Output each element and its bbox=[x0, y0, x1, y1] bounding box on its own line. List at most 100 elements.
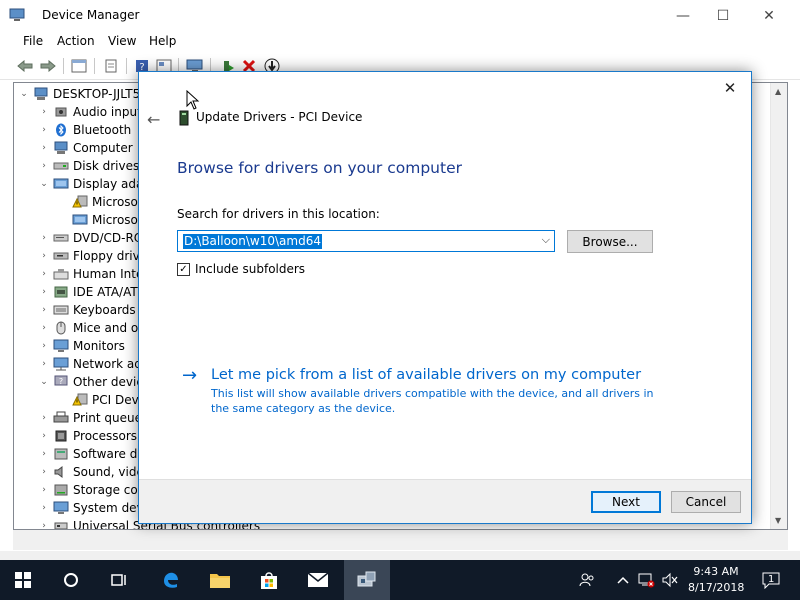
back-arrow-icon[interactable]: ← bbox=[147, 110, 160, 129]
tree-item[interactable]: Microso bbox=[57, 193, 138, 211]
pick-driver-link[interactable]: Let me pick from a list of available dri… bbox=[211, 367, 641, 383]
tree-root[interactable]: ⌄ DESKTOP-JJLT5 bbox=[18, 85, 140, 103]
dialog-close-button[interactable]: ✕ bbox=[715, 76, 745, 100]
tree-item[interactable]: › Keyboards bbox=[38, 301, 135, 319]
expand-chevron-icon[interactable]: › bbox=[38, 305, 50, 315]
taskbar: 9:43 AM 8/17/2018 1 bbox=[0, 560, 800, 600]
expand-chevron-icon[interactable]: › bbox=[38, 143, 50, 153]
expand-chevron-icon[interactable]: › bbox=[38, 269, 50, 279]
tree-item[interactable]: › IDE ATA/AT bbox=[38, 283, 138, 301]
expand-chevron-icon[interactable]: › bbox=[38, 485, 50, 495]
expand-chevron-icon[interactable]: › bbox=[38, 503, 50, 513]
maximize-button[interactable]: ☐ bbox=[700, 0, 746, 31]
tree-item[interactable]: › Print queue bbox=[38, 409, 142, 427]
chevron-up-icon[interactable] bbox=[614, 572, 632, 588]
tree-item[interactable]: Microso bbox=[57, 211, 138, 229]
title-bar[interactable]: Device Manager — ☐ ✕ bbox=[0, 0, 800, 31]
network-disconnected-icon[interactable] bbox=[637, 572, 655, 588]
clock[interactable]: 9:43 AM 8/17/2018 bbox=[688, 564, 744, 596]
driver-path-combobox[interactable]: D:\Balloon\w10\amd64 ⌵ bbox=[177, 230, 555, 252]
next-button[interactable]: Next bbox=[591, 491, 661, 513]
tree-item[interactable]: › Mice and ot bbox=[38, 319, 143, 337]
display-adapter-icon bbox=[72, 213, 88, 227]
expand-chevron-icon[interactable]: › bbox=[38, 449, 50, 459]
driver-path-value[interactable]: D:\Balloon\w10\amd64 bbox=[183, 234, 322, 249]
bluetooth-icon bbox=[53, 123, 69, 137]
tree-item-label: PCI Dev bbox=[92, 393, 139, 407]
browse-button[interactable]: Browse... bbox=[567, 230, 653, 253]
scroll-down-arrow-icon[interactable]: ▼ bbox=[775, 516, 781, 525]
expand-chevron-icon[interactable]: › bbox=[38, 251, 50, 261]
tree-item[interactable]: › Software de bbox=[38, 445, 145, 463]
expand-chevron-icon[interactable]: › bbox=[38, 341, 50, 351]
expand-chevron-icon[interactable]: › bbox=[38, 521, 50, 529]
expand-chevron-icon[interactable]: › bbox=[38, 233, 50, 243]
properties-icon[interactable] bbox=[68, 56, 90, 76]
people-icon[interactable] bbox=[578, 572, 596, 588]
menu-view[interactable]: View bbox=[108, 34, 136, 48]
tree-item[interactable]: › Human Inte bbox=[38, 265, 143, 283]
tree-item[interactable]: › Bluetooth bbox=[38, 121, 131, 139]
expand-chevron-icon[interactable]: › bbox=[38, 323, 50, 333]
expand-chevron-icon[interactable]: › bbox=[38, 125, 50, 135]
include-subfolders-label[interactable]: Include subfolders bbox=[195, 262, 305, 276]
menu-help[interactable]: Help bbox=[149, 34, 176, 48]
notification-count-badge: 1 bbox=[768, 574, 775, 585]
cancel-button[interactable]: Cancel bbox=[671, 491, 741, 513]
collapse-chevron-icon[interactable]: ⌄ bbox=[38, 179, 50, 189]
expand-chevron-icon[interactable]: › bbox=[38, 287, 50, 297]
network-icon bbox=[53, 357, 69, 371]
device-manager-taskbar-button[interactable] bbox=[344, 560, 390, 600]
scroll-up-arrow-icon[interactable]: ▲ bbox=[775, 87, 781, 96]
expand-chevron-icon[interactable]: › bbox=[38, 431, 50, 441]
collapse-chevron-icon[interactable]: ⌄ bbox=[18, 89, 30, 99]
menu-file[interactable]: File bbox=[23, 34, 43, 48]
update-list-icon[interactable] bbox=[100, 56, 122, 76]
tree-item[interactable]: › Floppy driv bbox=[38, 247, 140, 265]
back-arrow-icon[interactable] bbox=[14, 56, 36, 76]
task-view-button[interactable] bbox=[96, 560, 142, 600]
tree-item[interactable]: ⌄? Other devic bbox=[38, 373, 143, 391]
tree-vertical-scrollbar[interactable]: ▲ ▼ bbox=[770, 83, 787, 529]
include-subfolders-checkbox[interactable]: ✓ bbox=[177, 263, 190, 276]
tree-item[interactable]: › Audio input bbox=[38, 103, 142, 121]
expand-chevron-icon[interactable]: › bbox=[38, 161, 50, 171]
expand-chevron-icon[interactable]: › bbox=[38, 107, 50, 117]
expand-chevron-icon[interactable]: › bbox=[38, 359, 50, 369]
edge-taskbar-button[interactable] bbox=[148, 560, 194, 600]
right-arrow-icon[interactable]: → bbox=[182, 365, 197, 386]
file-explorer-taskbar-button[interactable] bbox=[197, 560, 243, 600]
tree-item[interactable]: ⌄ Display ada bbox=[38, 175, 143, 193]
expand-chevron-icon[interactable]: › bbox=[38, 413, 50, 423]
tree-item[interactable]: › Sound, vide bbox=[38, 463, 144, 481]
folder-icon bbox=[210, 574, 230, 588]
tree-item[interactable]: › System dev bbox=[38, 499, 143, 517]
volume-muted-icon[interactable] bbox=[661, 572, 679, 588]
tree-horizontal-scrollbar[interactable] bbox=[13, 530, 788, 550]
close-button[interactable]: ✕ bbox=[746, 0, 792, 31]
tree-item[interactable]: › Network ad bbox=[38, 355, 142, 373]
mail-taskbar-button[interactable] bbox=[295, 560, 341, 600]
tree-item[interactable]: › Disk drives bbox=[38, 157, 139, 175]
tree-item[interactable]: › DVD/CD-RO bbox=[38, 229, 143, 247]
chevron-down-icon[interactable]: ⌵ bbox=[542, 233, 550, 247]
system-device-icon bbox=[53, 501, 69, 515]
tree-item[interactable]: › Processors bbox=[38, 427, 137, 445]
tree-item[interactable]: › Storage cor bbox=[38, 481, 142, 499]
expand-chevron-icon[interactable]: › bbox=[38, 467, 50, 477]
menu-action[interactable]: Action bbox=[57, 34, 95, 48]
search-button[interactable] bbox=[48, 560, 94, 600]
tree-item[interactable]: › Computer bbox=[38, 139, 132, 157]
tree-item[interactable]: › Monitors bbox=[38, 337, 125, 355]
forward-arrow-icon[interactable] bbox=[37, 56, 59, 76]
tree-item[interactable]: PCI Dev bbox=[57, 391, 139, 409]
action-center-button[interactable]: 1 bbox=[760, 572, 782, 589]
sound-icon bbox=[53, 465, 69, 479]
store-taskbar-button[interactable] bbox=[246, 560, 292, 600]
start-button[interactable] bbox=[0, 560, 46, 600]
other-device-icon: ? bbox=[53, 375, 69, 389]
task-view-icon bbox=[111, 574, 126, 586]
tree-item-label: Audio input bbox=[73, 105, 142, 119]
collapse-chevron-icon[interactable]: ⌄ bbox=[38, 377, 50, 387]
tree-item-label: Network ad bbox=[73, 357, 142, 371]
